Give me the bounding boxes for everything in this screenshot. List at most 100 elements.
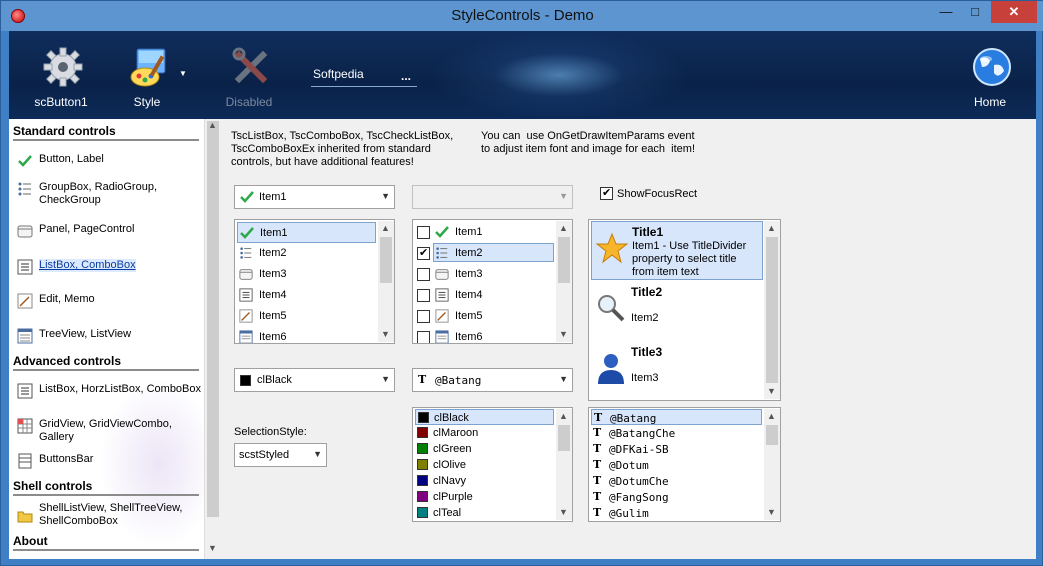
title-list-item[interactable]: Title2 Item2 [591, 282, 763, 341]
color-list-item[interactable]: clPurple [415, 489, 554, 505]
globe-icon [973, 48, 1011, 86]
maximize-button[interactable]: □ [961, 1, 989, 23]
font-list-item[interactable]: T @Gulim [591, 505, 762, 521]
color-combobox[interactable]: clBlack ▼ [234, 368, 395, 392]
scroll-down-icon[interactable]: ▼ [767, 507, 776, 517]
sidebar-item-shell[interactable]: ShellListView, ShellTreeView, ShellCombo… [17, 500, 203, 528]
item-checkbox[interactable] [417, 268, 430, 281]
font-combobox[interactable]: T @Batang ▼ [412, 368, 573, 392]
listbox[interactable]: Item1 Item2 Item3 Item4 Item5 Item6 ▲ ▼ [234, 219, 395, 344]
font-list-item[interactable]: T @BatangChe [591, 425, 762, 441]
home-button[interactable]: Home [950, 37, 1030, 117]
list-item[interactable]: Item2 [237, 243, 376, 264]
sidebar-scrollbar[interactable]: ▲ ▼ [205, 119, 221, 559]
title-list-item[interactable]: Title1 Item1 - Use TitleDivider property… [591, 221, 763, 280]
listbox-scrollbar[interactable]: ▲ ▼ [378, 221, 394, 342]
scroll-down-icon[interactable]: ▼ [381, 329, 390, 339]
panel-icon [435, 269, 449, 280]
sidebar-item-listbox[interactable]: ListBox, ComboBox [17, 257, 203, 285]
check-list-item[interactable]: Item4 [415, 285, 554, 306]
item-checkbox[interactable] [417, 289, 430, 302]
check-list-item[interactable]: Item6 [415, 327, 554, 343]
style-button[interactable]: ▼ Style [107, 37, 187, 117]
list-item[interactable]: Item5 [237, 306, 376, 327]
section-about[interactable]: About [13, 534, 199, 551]
sidebar-item-treeview[interactable]: TreeView, ListView [17, 326, 203, 354]
checkmark-icon [240, 191, 254, 203]
font-listbox[interactable]: T @Gulim T @FangSong T @DotumChe T @Dotum T @DFKa… [588, 407, 781, 522]
color-list-item[interactable]: clNavy [415, 473, 554, 489]
item-checkbox[interactable] [417, 226, 430, 239]
scroll-up-icon[interactable]: ▲ [208, 120, 217, 130]
scroll-down-icon[interactable]: ▼ [767, 386, 776, 396]
scrollbar-thumb[interactable] [766, 425, 778, 445]
font-list-item[interactable]: T @DFKai-SB [591, 441, 762, 457]
font-list-item[interactable]: T @Batang [591, 409, 762, 425]
color-listbox[interactable]: clTeal clPurple clNavy clOlive clGreen clMaro… [412, 407, 573, 522]
scrollbar-thumb[interactable] [207, 121, 219, 517]
item-checkbox[interactable] [417, 310, 430, 323]
check-listbox-scrollbar[interactable]: ▲ ▼ [556, 221, 572, 342]
scrollbar-thumb[interactable] [380, 237, 392, 283]
check-list-item[interactable]: Item3 [415, 264, 554, 285]
ellipsis-button[interactable]: ... [401, 69, 411, 83]
scroll-down-icon[interactable]: ▼ [208, 543, 217, 553]
color-list-item[interactable]: clBlack [415, 409, 554, 425]
scroll-down-icon[interactable]: ▼ [559, 507, 568, 517]
sidebar-item-gridview[interactable]: GridView, GridViewCombo, Gallery [17, 416, 203, 444]
scrollbar-thumb[interactable] [558, 425, 570, 451]
check-listbox[interactable]: Item1 Item2 Item3 Item4 [412, 219, 573, 344]
sidebar-item-groupbox[interactable]: GroupBox, RadioGroup, CheckGroup [17, 179, 203, 207]
sidebar-item-edit[interactable]: Edit, Memo [17, 291, 203, 319]
ribbon-edit-field[interactable]: Softpedia ... [311, 65, 417, 87]
color-list-item[interactable]: clMaroon [415, 425, 554, 441]
sidebar-item-label: ButtonsBar [39, 453, 94, 465]
font-listbox-scrollbar[interactable]: ▲ ▼ [764, 409, 780, 520]
scroll-up-icon[interactable]: ▲ [381, 223, 390, 233]
color-list-item[interactable]: clTeal [415, 505, 554, 521]
sidebar-item-button-label[interactable]: Button, Label [17, 151, 203, 179]
style-dropdown-arrow[interactable]: ▼ [179, 69, 187, 78]
scroll-up-icon[interactable]: ▲ [559, 223, 568, 233]
check-list-item[interactable]: Item2 [415, 243, 554, 264]
show-focus-rect-checkbox[interactable] [600, 186, 613, 200]
list-item[interactable]: Item4 [237, 285, 376, 306]
list-item[interactable]: Item6 [237, 327, 376, 343]
font-list-item[interactable]: T @FangSong [591, 489, 762, 505]
scroll-up-icon[interactable]: ▲ [767, 411, 776, 421]
scrollbar-thumb[interactable] [558, 237, 570, 283]
scrollbar-thumb[interactable] [766, 237, 778, 383]
font-list-item[interactable]: T @Dotum [591, 457, 762, 473]
minimize-button[interactable]: — [931, 1, 961, 23]
chevron-down-icon[interactable]: ▼ [381, 374, 390, 384]
check-list-item[interactable]: Item1 [415, 222, 554, 243]
sidebar-item-buttonsbar[interactable]: ButtonsBar [17, 451, 203, 479]
folder-icon [17, 511, 33, 523]
section-shell-controls: Shell controls [13, 479, 199, 496]
item-combobox[interactable]: Item1 ▼ [234, 185, 395, 209]
chevron-down-icon[interactable]: ▼ [559, 374, 568, 384]
color-listbox-scrollbar[interactable]: ▲ ▼ [556, 409, 572, 520]
list-item[interactable]: Item3 [237, 264, 376, 285]
scroll-up-icon[interactable]: ▲ [767, 223, 776, 233]
title-listbox-scrollbar[interactable]: ▲ ▼ [764, 221, 780, 399]
close-button[interactable]: ✕ [991, 1, 1037, 23]
check-list-item[interactable]: Item5 [415, 306, 554, 327]
scroll-up-icon[interactable]: ▲ [559, 411, 568, 421]
chevron-down-icon[interactable]: ▼ [313, 449, 322, 459]
item-checkbox[interactable] [417, 331, 430, 343]
selection-style-combobox[interactable]: scstStyled ▼ [234, 443, 327, 467]
scroll-down-icon[interactable]: ▼ [559, 329, 568, 339]
item-checkbox[interactable] [417, 246, 430, 260]
color-list-item[interactable]: clGreen [415, 441, 554, 457]
font-name: @DFKai-SB [609, 443, 669, 456]
scbutton1-button[interactable]: scButton1 [21, 37, 101, 117]
sidebar-item-panel[interactable]: Panel, PageControl [17, 221, 203, 249]
chevron-down-icon[interactable]: ▼ [381, 191, 390, 201]
font-list-item[interactable]: T @DotumChe [591, 473, 762, 489]
list-item[interactable]: Item1 [237, 222, 376, 243]
title-listbox[interactable]: Title1 Item1 - Use TitleDivider property… [588, 219, 781, 401]
sidebar-item-horzlistbox[interactable]: ListBox, HorzListBox, ComboBox [17, 381, 203, 409]
title-list-item[interactable]: Title3 Item3 [591, 342, 763, 400]
color-list-item[interactable]: clOlive [415, 457, 554, 473]
